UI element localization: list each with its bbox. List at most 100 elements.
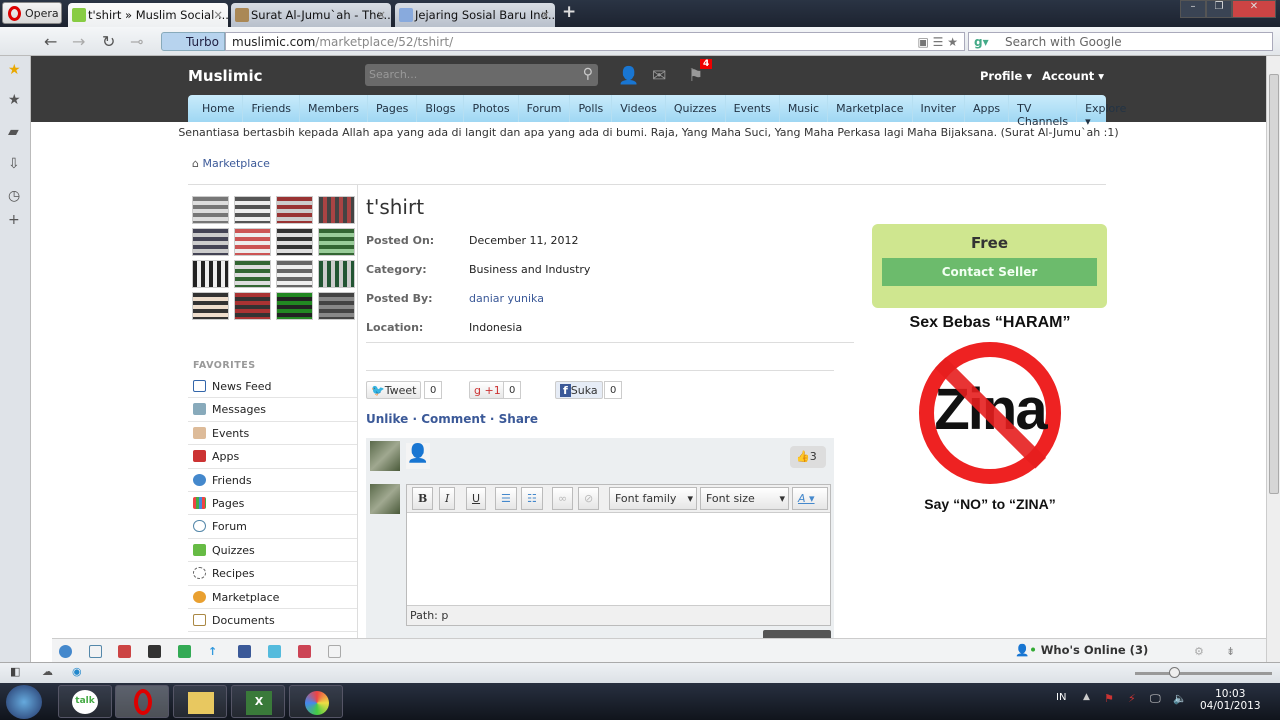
- start-button[interactable]: [6, 685, 42, 719]
- taskbar-excel[interactable]: X: [231, 685, 285, 718]
- downloads-icon[interactable]: ⇩: [8, 156, 20, 172]
- fav-news-feed[interactable]: News Feed: [188, 375, 357, 399]
- cloud-icon[interactable]: ☁: [42, 665, 53, 678]
- posted-by-link[interactable]: daniar yunika: [469, 292, 544, 305]
- thumbnail[interactable]: [276, 228, 313, 256]
- volume-icon[interactable]: 🔈: [1173, 692, 1187, 705]
- back-icon[interactable]: ←: [44, 32, 57, 51]
- thumbnail[interactable]: [234, 260, 271, 288]
- fav-recipes[interactable]: Recipes: [188, 562, 357, 586]
- notifications-flag-icon[interactable]: ⚑: [688, 66, 703, 86]
- thumbnail[interactable]: [276, 260, 313, 288]
- font-size-select[interactable]: Font size ▾: [700, 487, 789, 510]
- bullet-list-icon[interactable]: ☰: [495, 487, 517, 510]
- gplus-button[interactable]: g +1: [469, 381, 506, 399]
- nav-marketplace[interactable]: Marketplace: [828, 95, 913, 122]
- thumbnail[interactable]: [276, 196, 313, 224]
- thumbnail[interactable]: [318, 292, 355, 320]
- nav-members[interactable]: Members: [300, 95, 369, 122]
- site-logo[interactable]: Muslimic: [188, 67, 262, 85]
- history-icon[interactable]: ◷: [8, 188, 20, 204]
- instagram-icon[interactable]: [298, 645, 311, 658]
- share-link[interactable]: Share: [499, 412, 538, 426]
- fav-messages[interactable]: Messages: [188, 398, 357, 422]
- new-tab-button[interactable]: +: [562, 2, 576, 22]
- taskbar-explorer[interactable]: [173, 685, 227, 718]
- whos-online-button[interactable]: 👤• Who's Online (3): [1015, 643, 1148, 657]
- chart-icon[interactable]: [328, 645, 341, 658]
- thumbnail[interactable]: [192, 196, 229, 224]
- thumbnail[interactable]: [192, 260, 229, 288]
- id-card-icon[interactable]: [89, 645, 102, 658]
- numbered-list-icon[interactable]: ☷: [521, 487, 543, 510]
- nav-quizzes[interactable]: Quizzes: [666, 95, 726, 122]
- link-icon[interactable]: ∞: [552, 487, 574, 510]
- default-avatar-icon[interactable]: 👤: [406, 443, 430, 469]
- megaphone-icon[interactable]: [118, 645, 131, 658]
- nav-friends[interactable]: Friends: [243, 95, 301, 122]
- close-tab-icon[interactable]: ✕: [213, 8, 223, 22]
- scrollbar-thumb[interactable]: [1269, 74, 1279, 494]
- add-panel-icon[interactable]: +: [8, 212, 20, 228]
- nav-videos[interactable]: Videos: [612, 95, 666, 122]
- share-icon[interactable]: [178, 645, 191, 658]
- comment-link[interactable]: Comment: [421, 412, 485, 426]
- power-icon[interactable]: ⚡: [1128, 692, 1136, 705]
- search-icon[interactable]: ⚲: [583, 66, 593, 82]
- comment-editor[interactable]: B I U ☰ ☷ ∞ ⊘ Font family ▾ Font size ▾ A …: [406, 484, 831, 626]
- show-hidden-icons[interactable]: ▲: [1083, 692, 1090, 702]
- nav-explore[interactable]: Explore ▾: [1077, 95, 1134, 128]
- zoom-slider[interactable]: [1135, 667, 1272, 678]
- invader-icon[interactable]: [148, 645, 161, 658]
- twitter-icon[interactable]: [268, 645, 281, 658]
- taskbar-paint[interactable]: [289, 685, 343, 718]
- forward-icon[interactable]: →: [72, 32, 85, 51]
- reload-icon[interactable]: ↻: [102, 32, 115, 51]
- upload-arrow-icon[interactable]: ↑: [208, 645, 221, 658]
- thumbnail[interactable]: [192, 292, 229, 320]
- ad-banner[interactable]: Sex Bebas “HARAM” Zina Say “NO” to “ZINA…: [880, 314, 1100, 512]
- tab-surat[interactable]: Surat Al-Jumu`ah - The... ✕: [231, 3, 391, 27]
- nav-inviter[interactable]: Inviter: [913, 95, 965, 122]
- home-icon[interactable]: ⌂: [192, 157, 199, 170]
- fav-documents[interactable]: Documents: [188, 609, 357, 633]
- fav-forum[interactable]: Forum: [188, 515, 357, 539]
- messages-icon[interactable]: ✉: [652, 66, 666, 86]
- collapse-icon[interactable]: ⇟: [1226, 645, 1239, 658]
- italic-button[interactable]: I: [439, 487, 456, 510]
- underline-button[interactable]: U: [466, 487, 487, 510]
- close-tab-icon[interactable]: ✕: [376, 8, 386, 22]
- liker-avatar[interactable]: [370, 441, 400, 471]
- text-color-icon[interactable]: A ▾: [792, 487, 828, 510]
- submit-button[interactable]: [763, 630, 831, 638]
- bookmarks-icon[interactable]: ★: [8, 92, 21, 108]
- fav-apps[interactable]: Apps: [188, 445, 357, 469]
- contact-seller-button[interactable]: Contact Seller: [882, 258, 1097, 286]
- thumbnail[interactable]: [318, 228, 355, 256]
- fav-events[interactable]: Events: [188, 422, 357, 446]
- turbo-button[interactable]: Turbo: [161, 32, 225, 51]
- nav-pages[interactable]: Pages: [368, 95, 418, 122]
- speed-dial-star-icon[interactable]: ★: [8, 62, 21, 78]
- action-center-icon[interactable]: ⚑: [1104, 692, 1114, 705]
- unlink-icon[interactable]: ⊘: [578, 487, 600, 510]
- nav-music[interactable]: Music: [780, 95, 829, 122]
- tweet-button[interactable]: 🐦Tweet: [366, 381, 422, 399]
- thumbnail[interactable]: [192, 228, 229, 256]
- nav-blogs[interactable]: Blogs: [417, 95, 465, 122]
- close-window-button[interactable]: ✕: [1232, 0, 1276, 18]
- network-icon[interactable]: 🖵: [1150, 692, 1161, 706]
- language-indicator[interactable]: IN: [1056, 692, 1066, 703]
- nav-events[interactable]: Events: [726, 95, 780, 122]
- nav-photos[interactable]: Photos: [464, 95, 519, 122]
- nav-home[interactable]: Home: [194, 95, 244, 122]
- fav-pages[interactable]: Pages: [188, 492, 357, 516]
- tab-jejaring[interactable]: Jejaring Sosial Baru Ind... ✕: [395, 3, 555, 27]
- thumbnail[interactable]: [318, 260, 355, 288]
- fav-quizzes[interactable]: Quizzes: [188, 539, 357, 563]
- close-tab-icon[interactable]: ✕: [540, 8, 550, 22]
- maximize-button[interactable]: ❐: [1206, 0, 1232, 18]
- taskbar-opera[interactable]: [115, 685, 169, 718]
- gear-icon[interactable]: ⚙: [1194, 645, 1207, 658]
- taskbar-gtalk[interactable]: talk: [58, 685, 112, 718]
